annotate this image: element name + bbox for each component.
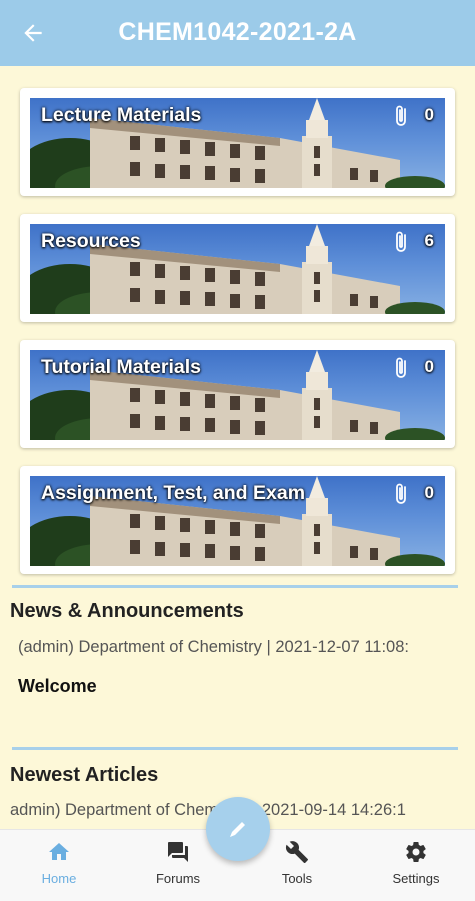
paperclip-icon	[396, 483, 406, 504]
app-bar: CHEM1042-2021-2A	[0, 0, 475, 66]
wrench-icon	[285, 841, 308, 863]
home-icon	[49, 843, 69, 860]
compose-button[interactable]	[206, 797, 270, 861]
folder-label: Lecture Materials	[41, 104, 202, 126]
paperclip-icon	[396, 105, 406, 126]
folder-label: Tutorial Materials	[41, 356, 202, 378]
attachment-count: 6	[424, 231, 434, 250]
articles-section-title: Newest Articles	[10, 764, 159, 786]
page-title: CHEM1042-2021-2A	[118, 18, 357, 46]
news-meta[interactable]: (admin) Department of Chemistry | 2021-1…	[18, 638, 409, 657]
paperclip-icon	[396, 231, 406, 252]
attachment-count: 0	[424, 357, 434, 376]
forum-icon	[168, 842, 188, 862]
folder-label: Resources	[41, 230, 141, 252]
nav-forums-label: Forums	[155, 871, 201, 886]
attachment-count: 0	[424, 483, 434, 502]
folder-card-tutorial-materials[interactable]: Tutorial Materials 0	[20, 340, 455, 448]
section-divider	[12, 747, 458, 750]
news-headline[interactable]: Welcome	[18, 676, 97, 697]
nav-settings[interactable]: Settings	[357, 830, 475, 901]
section-divider	[12, 585, 458, 588]
folder-card-resources[interactable]: Resources 6	[20, 214, 455, 322]
nav-home[interactable]: Home	[0, 830, 118, 901]
gear-icon	[406, 842, 426, 863]
nav-settings-label: Settings	[392, 871, 440, 886]
paperclip-icon	[396, 357, 406, 378]
attachment-count: 0	[424, 105, 434, 124]
news-section-title: News & Announcements	[10, 600, 244, 622]
nav-home-label: Home	[41, 871, 77, 886]
pencil-icon	[230, 822, 245, 837]
nav-tools-label: Tools	[281, 871, 313, 886]
folder-card-lecture-materials[interactable]: Lecture Materials 0	[20, 88, 455, 196]
folder-label: Assignment, Test, and Exam	[41, 482, 306, 504]
folder-card-assignment-test-exam[interactable]: Assignment, Test, and Exam 0	[20, 466, 455, 574]
